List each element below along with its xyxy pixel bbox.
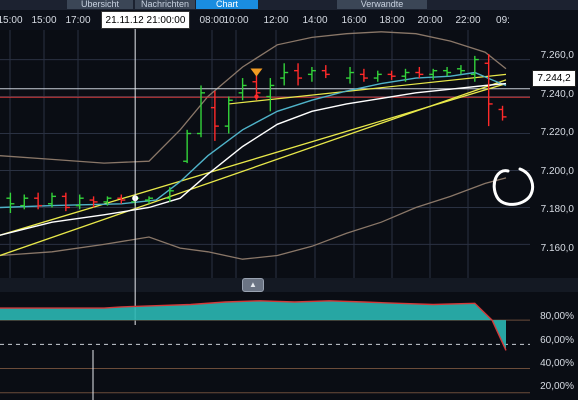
x-tick-label: 17:00 <box>65 15 91 26</box>
x-tick-label: 15:00 <box>31 15 57 26</box>
tab-chart[interactable]: Chart <box>196 0 258 9</box>
signal-dot <box>254 94 259 99</box>
tab-news[interactable]: Nachrichten <box>135 0 195 9</box>
indicator-tick-label: 20,00% <box>540 381 574 392</box>
x-tick-label: 22:00 <box>455 15 481 26</box>
tab-overview[interactable]: Übersicht <box>67 0 133 9</box>
panel-resize-handle[interactable]: ▲ <box>242 278 264 292</box>
y-tick-label: 7.260,0 <box>540 50 574 61</box>
y-tick-label: 7.220,0 <box>540 127 574 138</box>
y-tick-label: 7.240,0 <box>540 89 574 100</box>
x-tick-label: 12:00 <box>263 15 289 26</box>
y-tick-label: 7.160,0 <box>540 243 574 254</box>
x-tick-label: 14:00 <box>302 15 328 26</box>
x-tick-label: 20:00 <box>417 15 443 26</box>
indicator-tick-label: 60,00% <box>540 335 574 346</box>
x-tick-label: 15:00 <box>0 15 23 26</box>
price-panel <box>0 30 578 278</box>
crosshair-time-label: 21.11.12 21:00:00 <box>101 11 190 29</box>
x-tick-label: 08:00 <box>199 15 225 26</box>
y-tick-label: 7.180,0 <box>540 204 574 215</box>
chart-window: Übersicht Nachrichten Chart Verwandte 15… <box>0 0 578 400</box>
indicator-tick-label: 80,00% <box>540 311 574 322</box>
x-tick-label: 09: <box>496 15 510 26</box>
x-tick-label: 16:00 <box>341 15 367 26</box>
x-tick-label: 18:00 <box>379 15 405 26</box>
current-price-label: 7.244,2 <box>532 70 576 87</box>
chart-canvas[interactable] <box>0 0 578 400</box>
y-tick-label: 7.200,0 <box>540 166 574 177</box>
indicator-tick-label: 40,00% <box>540 358 574 369</box>
panel-divider <box>0 278 578 292</box>
x-tick-label: 10:00 <box>223 15 249 26</box>
tab-related[interactable]: Verwandte <box>337 0 427 9</box>
